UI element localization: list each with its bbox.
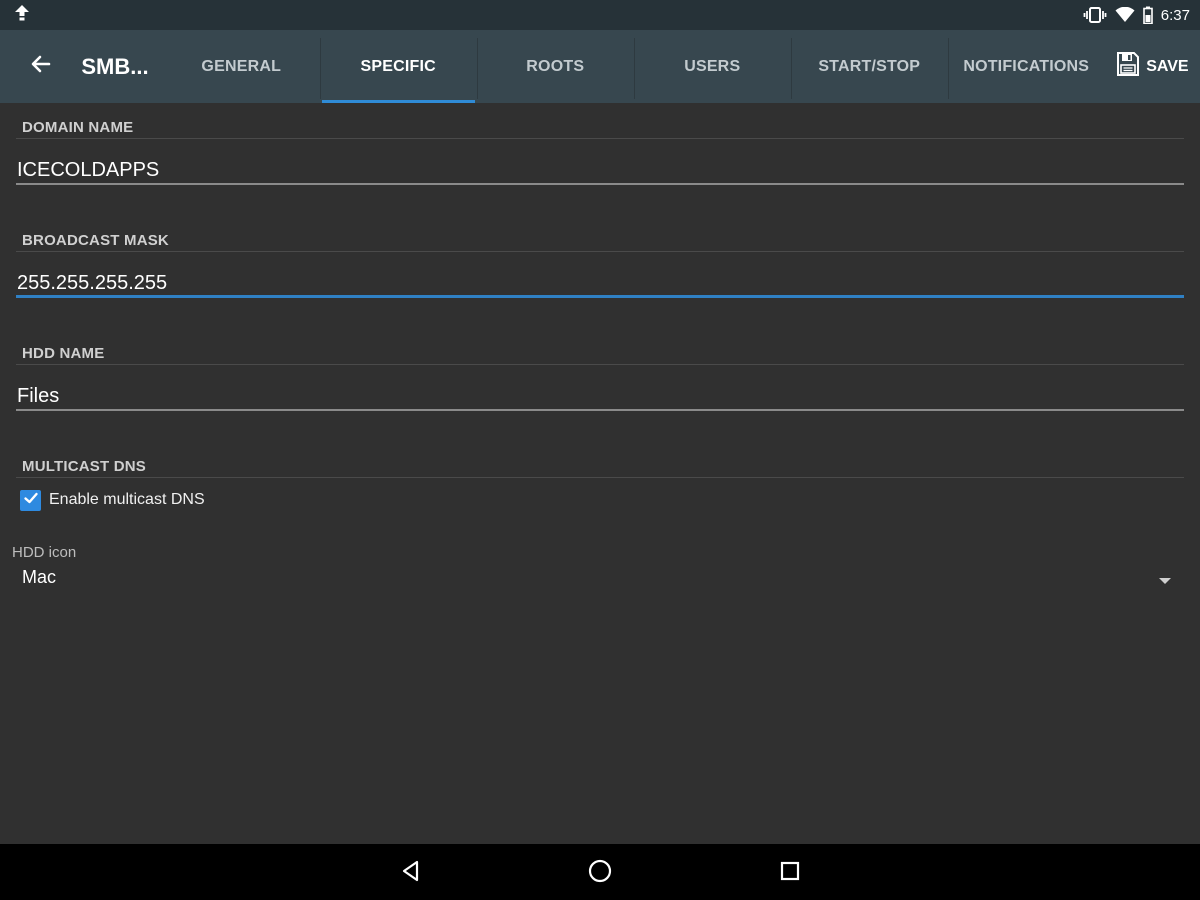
section-title: HDD NAME (22, 345, 105, 362)
multicast-dns-checkbox[interactable] (20, 489, 41, 511)
home-circle-icon (587, 858, 613, 889)
upload-arrow-icon (12, 3, 32, 28)
vibrate-icon (1083, 6, 1107, 24)
hdd-icon-label: HDD icon (12, 544, 77, 561)
hdd-icon-dropdown[interactable]: Mac (12, 563, 1172, 593)
save-label: SAVE (1146, 57, 1189, 75)
tab-users[interactable]: USERS (633, 30, 791, 103)
section-title: DOMAIN NAME (22, 119, 134, 136)
wifi-icon (1115, 7, 1135, 23)
arrow-left-icon (29, 52, 53, 81)
tab-start-stop[interactable]: START/STOP (790, 30, 948, 103)
domain-name-value: ICECOLDAPPS (17, 159, 160, 181)
tab-general[interactable]: GENERAL (163, 30, 320, 103)
recents-square-icon (779, 860, 801, 887)
status-icons: 6:37 (1083, 6, 1190, 24)
hdd-name-field[interactable]: Files (16, 371, 1184, 411)
status-time: 6:37 (1160, 6, 1190, 24)
navigation-bar (0, 844, 1200, 900)
floppy-disk-icon (1116, 51, 1140, 82)
multicast-dns-label: Enable multicast DNS (49, 491, 205, 508)
app-title: SMB... (81, 53, 149, 79)
status-bar: 6:37 (0, 0, 1200, 30)
hdd-name-value: Files (17, 385, 60, 407)
tab-bar: GENERAL SPECIFIC ROOTS USERS START/STOP … (163, 30, 1105, 103)
domain-name-field[interactable]: ICECOLDAPPS (16, 145, 1184, 185)
section-header-hdd-name: HDD NAME (16, 333, 1184, 365)
save-button[interactable]: SAVE (1105, 30, 1200, 103)
nav-back-button[interactable] (396, 858, 426, 888)
nav-recents-button[interactable] (775, 858, 805, 888)
section-title: BROADCAST MASK (22, 232, 169, 249)
broadcast-mask-field[interactable]: 255.255.255.255 (16, 258, 1184, 298)
back-triangle-icon (399, 859, 423, 888)
dropdown-arrow-icon (1158, 573, 1172, 591)
back-button[interactable] (0, 30, 81, 103)
tab-notifications[interactable]: NOTIFICATIONS (947, 30, 1105, 103)
tab-specific[interactable]: SPECIFIC (319, 30, 477, 103)
tab-roots[interactable]: ROOTS (476, 30, 634, 103)
section-title: MULTICAST DNS (22, 458, 146, 475)
section-header-domain-name: DOMAIN NAME (16, 107, 1184, 139)
multicast-dns-checkbox-row[interactable]: Enable multicast DNS (20, 488, 205, 512)
section-header-broadcast-mask: BROADCAST MASK (16, 220, 1184, 252)
broadcast-mask-value: 255.255.255.255 (17, 272, 168, 294)
nav-home-button[interactable] (585, 858, 615, 888)
app-bar: SMB... GENERAL SPECIFIC ROOTS USERS STAR… (0, 30, 1200, 103)
battery-icon (1142, 6, 1153, 24)
checkmark-icon (23, 490, 39, 511)
settings-content: DOMAIN NAME ICECOLDAPPS BROADCAST MASK 2… (0, 103, 1200, 844)
hdd-icon-selected: Mac (22, 567, 57, 587)
section-header-multicast-dns: MULTICAST DNS (16, 446, 1184, 478)
